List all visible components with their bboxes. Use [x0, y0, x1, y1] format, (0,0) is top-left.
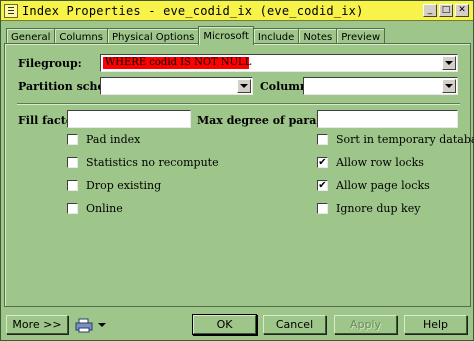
filegroup-value: WHERE codid IS NOT NULL	[103, 57, 252, 69]
check-mark-icon: ✔	[318, 156, 327, 168]
printer-icon	[75, 318, 93, 332]
statistics-no-recompute-checkbox[interactable]: Statistics no recompute	[67, 156, 219, 169]
ignore-dup-key-checkbox[interactable]: Ignore dup key	[317, 202, 420, 215]
ignore-dup-key-label: Ignore dup key	[336, 202, 421, 215]
drop-existing-label: Drop existing	[86, 179, 162, 192]
tab-microsoft[interactable]: Microsoft	[198, 26, 254, 45]
cancel-button[interactable]: Cancel	[263, 315, 326, 334]
help-button[interactable]: Help	[404, 315, 467, 334]
checkbox-box[interactable]	[67, 180, 78, 191]
pad-index-checkbox[interactable]: Pad index	[67, 133, 140, 146]
chevron-down-icon[interactable]	[442, 79, 456, 93]
print-button[interactable]	[75, 317, 109, 333]
check-mark-icon: ✔	[318, 179, 327, 191]
window-controls: _ □ ✕	[423, 4, 469, 17]
maximize-button[interactable]: □	[439, 4, 453, 17]
more-button[interactable]: More >>	[6, 315, 68, 334]
checkbox-box[interactable]: ✔	[317, 180, 328, 191]
tab-strip: General Columns Physical Options Microso…	[6, 26, 386, 45]
drop-existing-checkbox[interactable]: Drop existing	[67, 179, 161, 192]
allow-page-locks-checkbox[interactable]: ✔ Allow page locks	[317, 179, 430, 192]
partition-scheme-combo[interactable]	[100, 77, 253, 95]
checkbox-box[interactable]	[67, 203, 78, 214]
table-icon	[4, 3, 18, 18]
sort-in-temporary-database-label: Sort in temporary database	[336, 133, 474, 146]
max-degree-of-parallelism-input[interactable]	[317, 110, 458, 128]
window-title: Index Properties - eve_codid_ix (eve_cod…	[22, 3, 364, 18]
chevron-down-icon[interactable]	[97, 321, 107, 329]
chevron-down-icon[interactable]	[442, 56, 456, 70]
index-properties-window: Index Properties - eve_codid_ix (eve_cod…	[0, 0, 474, 341]
microsoft-tab-panel: Filegroup: WHERE codid IS NOT NULL Parti…	[4, 43, 474, 307]
allow-row-locks-label: Allow row locks	[336, 156, 424, 169]
online-label: Online	[86, 202, 123, 215]
ok-button[interactable]: OK	[193, 315, 256, 334]
pad-index-label: Pad index	[86, 133, 141, 146]
title-bar[interactable]: Index Properties - eve_codid_ix (eve_cod…	[1, 1, 473, 21]
checkbox-box[interactable]: ✔	[317, 157, 328, 168]
statistics-no-recompute-label: Statistics no recompute	[86, 156, 219, 169]
fill-factor-input[interactable]	[67, 110, 191, 128]
allow-page-locks-label: Allow page locks	[336, 179, 430, 192]
filegroup-combo[interactable]: WHERE codid IS NOT NULL	[100, 54, 458, 72]
checkbox-box[interactable]	[67, 134, 78, 145]
chevron-down-icon[interactable]	[237, 79, 251, 93]
checkbox-box[interactable]	[317, 203, 328, 214]
checkbox-box[interactable]	[67, 157, 78, 168]
sort-in-temporary-database-checkbox[interactable]: Sort in temporary database	[317, 133, 474, 146]
online-checkbox[interactable]: Online	[67, 202, 123, 215]
apply-button[interactable]: Apply	[334, 315, 397, 334]
allow-row-locks-checkbox[interactable]: ✔ Allow row locks	[317, 156, 424, 169]
minimize-button[interactable]: _	[423, 4, 437, 17]
close-button[interactable]: ✕	[455, 4, 469, 17]
checkbox-box[interactable]	[317, 134, 328, 145]
column-combo[interactable]	[303, 77, 458, 95]
divider	[17, 103, 460, 105]
filegroup-label: Filegroup:	[18, 57, 82, 70]
